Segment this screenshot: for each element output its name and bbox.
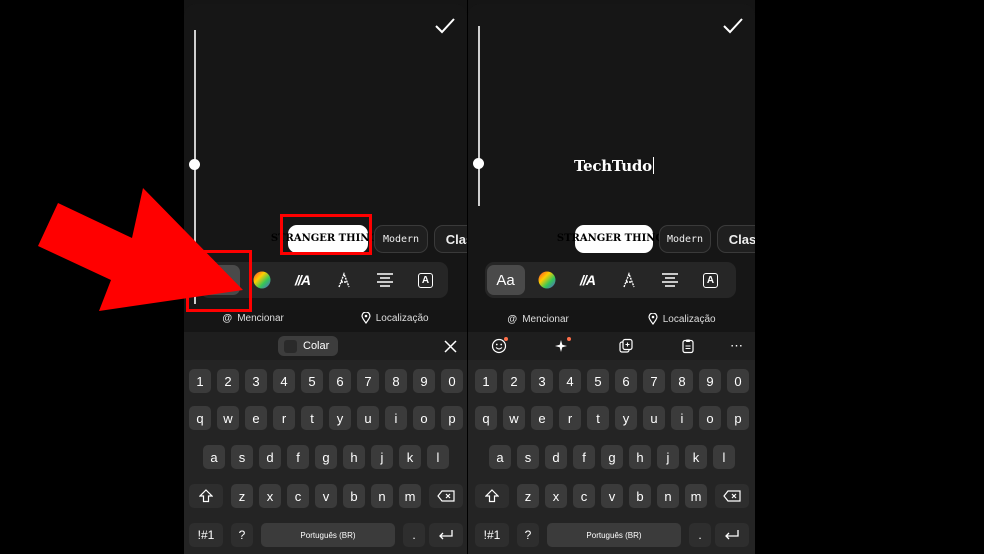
red-arrow-icon [38, 188, 243, 311]
